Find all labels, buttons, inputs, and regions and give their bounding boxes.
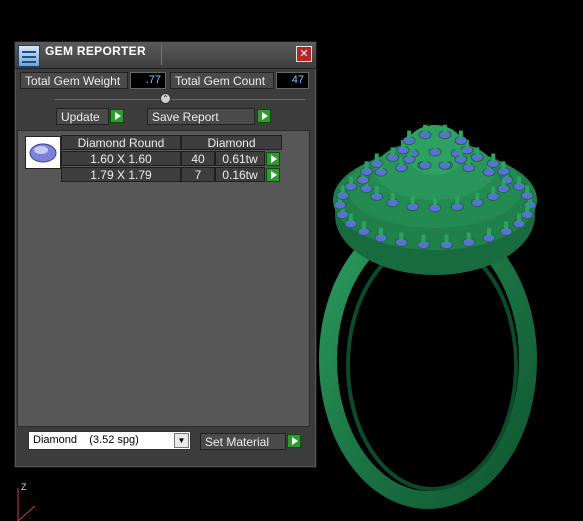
prong [501, 161, 506, 170]
prong [458, 149, 463, 158]
collapse-icon[interactable]: ⌃ [160, 93, 171, 104]
row-size: 1.60 X 1.60 [61, 151, 181, 166]
set-material-button[interactable]: Set Material [200, 433, 286, 450]
prong [348, 213, 353, 222]
material-select-value: Diamond (3.52 spg) [33, 434, 139, 446]
close-icon[interactable]: ✕ [296, 46, 312, 62]
prong [525, 185, 530, 194]
row-select-icon[interactable] [266, 168, 280, 182]
prong [374, 153, 379, 162]
update-button[interactable]: Update [56, 108, 109, 125]
prong [399, 232, 404, 241]
prong [421, 234, 426, 243]
prong [491, 186, 496, 195]
prong [475, 192, 480, 201]
row-weight: 0.61tw [215, 151, 265, 166]
prong [340, 185, 345, 194]
prong [390, 147, 395, 156]
prong [491, 153, 496, 162]
material-select[interactable]: Diamond (3.52 spg) ▼ [28, 431, 191, 450]
prong [442, 124, 447, 133]
prong [348, 176, 353, 185]
axis-z-label: Z [21, 482, 27, 492]
title-bar[interactable]: GEM REPORTER ✕ [15, 42, 316, 69]
total-gem-weight-value: .77 [130, 72, 166, 89]
row-select-icon[interactable] [266, 152, 280, 166]
row-count: 7 [181, 167, 215, 182]
prong [517, 213, 522, 222]
prong [423, 155, 428, 164]
total-gem-count-value: 47 [276, 72, 309, 89]
prong [525, 204, 530, 213]
prong [379, 227, 384, 236]
row-weight: 0.16tw [215, 167, 265, 182]
save-report-go-icon[interactable] [257, 109, 271, 123]
gem-reporter-panel: GEM REPORTER ✕ Total Gem Weight .77 Tota… [14, 41, 317, 468]
prong [442, 155, 447, 164]
panel-title: GEM REPORTER [45, 44, 146, 58]
header-material: Diamond [181, 135, 282, 150]
row-count: 40 [181, 151, 215, 166]
diamond-round-icon [25, 136, 61, 169]
prong [433, 198, 437, 206]
prong [423, 124, 428, 133]
prong [361, 221, 366, 230]
prong [501, 178, 506, 187]
save-report-button[interactable]: Save Report [147, 108, 255, 125]
set-material-go-icon[interactable] [287, 434, 301, 448]
prong [455, 196, 460, 205]
chevron-down-icon[interactable]: ▼ [174, 433, 189, 448]
total-gem-weight-label: Total Gem Weight [20, 72, 128, 89]
prong [475, 147, 480, 156]
prong [444, 234, 449, 243]
prong [364, 161, 369, 170]
prong [504, 221, 509, 230]
row-size: 1.79 X 1.79 [61, 167, 181, 182]
prong [517, 176, 522, 185]
prong [433, 142, 437, 150]
header-shape: Diamond Round [61, 135, 181, 150]
axis-gizmo: Z [17, 482, 36, 521]
prong [458, 130, 463, 139]
update-go-icon[interactable] [110, 109, 124, 123]
prong [466, 232, 471, 241]
app-icon [18, 45, 40, 67]
total-gem-count-label: Total Gem Count [170, 72, 274, 89]
prong [410, 196, 415, 205]
prong [486, 227, 491, 236]
prong [390, 192, 395, 201]
prong [407, 130, 412, 139]
prong [374, 186, 379, 195]
